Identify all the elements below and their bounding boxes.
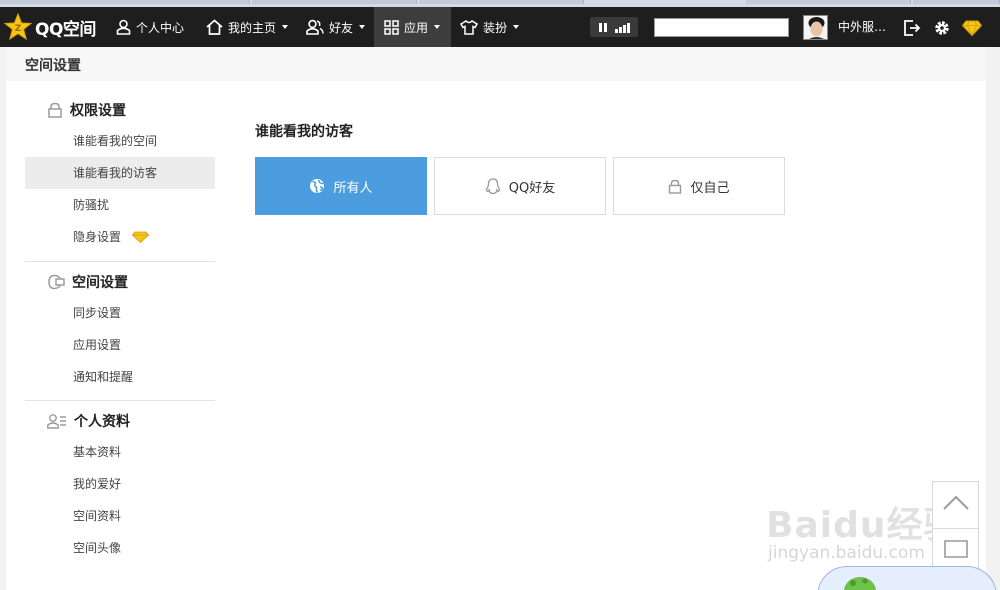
sidebar-item-app-settings[interactable]: 应用设置 [25, 329, 215, 361]
browser-tab[interactable] [746, 0, 911, 4]
sidebar-section-title: 个人资料 [25, 406, 215, 436]
username[interactable]: 中外服… [838, 7, 886, 47]
option-qq-friends-button[interactable]: QQ好友 [434, 157, 606, 215]
pause-icon[interactable] [598, 22, 608, 33]
sidebar-item-my-hobbies[interactable]: 我的爱好 [25, 468, 215, 500]
chevron-up-icon[interactable] [942, 494, 970, 512]
sidebar-item-notifications[interactable]: 通知和提醒 [25, 361, 215, 393]
sidebar-section-space-settings: 空间设置 同步设置 应用设置 通知和提醒 [25, 267, 215, 393]
sidebar-item-stealth-settings[interactable]: 隐身设置 [25, 221, 215, 253]
star-logo-icon: Z [4, 13, 32, 41]
sidebar-section-label: 权限设置 [70, 103, 126, 119]
option-everyone-button[interactable]: 所有人 [255, 157, 427, 215]
sidebar-item-label: 空间头像 [73, 541, 122, 555]
chevron-down-icon [513, 25, 520, 29]
sidebar-item-label: 隐身设置 [73, 230, 122, 244]
sidebar-item-space-info[interactable]: 空间资料 [25, 500, 215, 532]
nav-apps[interactable]: 应用 [374, 7, 451, 47]
widget-divider [933, 528, 978, 529]
sidebar-item-label: 防骚扰 [73, 198, 110, 212]
section-heading: 谁能看我的访客 [255, 124, 353, 140]
volume-bars-icon[interactable] [614, 22, 631, 33]
profile-icon [47, 414, 66, 429]
gear-icon[interactable] [933, 19, 951, 37]
nav-label: 装扮 [483, 20, 508, 35]
sidebar-item-label: 空间资料 [73, 509, 122, 523]
browser-tab[interactable] [913, 0, 1000, 4]
top-nav-bar: Z QQ空间 个人中心 我的主页 好友 应用 装扮 中外服… [0, 7, 1000, 47]
settings-title-bar: 空间设置 [6, 47, 986, 81]
browser-tab[interactable] [252, 0, 417, 4]
floating-mascot-bubble[interactable] [817, 566, 997, 590]
music-player-control[interactable] [590, 17, 638, 37]
chevron-down-icon [434, 25, 441, 29]
friends-icon [306, 19, 324, 35]
chevron-down-icon [282, 25, 289, 29]
option-label: QQ好友 [508, 180, 556, 196]
sidebar-divider [25, 400, 215, 401]
qq-penguin-icon [485, 177, 500, 194]
sidebar-divider [25, 261, 215, 262]
green-mascot-icon [844, 577, 876, 590]
sidebar-item-label: 谁能看我的访客 [73, 166, 158, 180]
vip-diamond-icon [132, 231, 149, 243]
qzone-logo[interactable]: Z QQ空间 [4, 13, 96, 41]
page-title: 空间设置 [25, 58, 81, 74]
nav-label: 个人中心 [136, 20, 185, 35]
browser-tab[interactable] [419, 0, 584, 4]
diamond-icon[interactable] [962, 19, 982, 37]
home-icon [206, 19, 223, 35]
browser-tab[interactable] [0, 0, 250, 4]
nav-my-homepage[interactable]: 我的主页 [206, 7, 289, 47]
sidebar-item-label: 基本资料 [73, 445, 122, 459]
sidebar-item-space-avatar[interactable]: 空间头像 [25, 532, 215, 564]
nav-personal-center[interactable]: 个人中心 [116, 7, 184, 47]
feedback-box-icon[interactable] [944, 540, 968, 558]
sidebar-item-who-can-see-visitors[interactable]: 谁能看我的访客 [25, 157, 215, 189]
sidebar-item-who-can-see-space[interactable]: 谁能看我的空间 [25, 125, 215, 157]
sidebar-item-sync-settings[interactable]: 同步设置 [25, 297, 215, 329]
sidebar-item-basic-info[interactable]: 基本资料 [25, 436, 215, 468]
sync-icon [48, 274, 65, 290]
logo-text: QQ空间 [35, 19, 96, 40]
nav-label: 好友 [329, 20, 354, 35]
sidebar-section-profile: 个人资料 基本资料 我的爱好 空间资料 空间头像 [25, 406, 215, 564]
sidebar-section-label: 个人资料 [74, 414, 130, 430]
nav-decorate[interactable]: 装扮 [460, 7, 520, 47]
avatar[interactable] [803, 15, 828, 40]
sidebar-item-label: 同步设置 [73, 306, 122, 320]
person-icon [116, 19, 131, 35]
logout-icon[interactable] [903, 19, 921, 37]
sidebar-item-label: 谁能看我的空间 [73, 134, 158, 148]
sidebar-section-title: 空间设置 [25, 267, 215, 297]
grid-icon [384, 19, 399, 35]
sidebar-section-label: 空间设置 [72, 275, 128, 291]
sidebar-item-label: 应用设置 [73, 338, 122, 352]
nav-friends[interactable]: 好友 [306, 7, 366, 47]
sidebar-section-title: 权限设置 [25, 95, 215, 125]
avatar-face-icon [804, 16, 827, 39]
chevron-down-icon [359, 25, 366, 29]
lock-icon [669, 179, 682, 194]
nav-label: 我的主页 [228, 20, 277, 35]
globe-icon [310, 179, 325, 194]
option-label: 所有人 [333, 180, 373, 196]
sidebar-item-label: 通知和提醒 [73, 370, 134, 384]
lock-icon [48, 102, 62, 118]
sidebar-item-anti-harassment[interactable]: 防骚扰 [25, 189, 215, 221]
option-label: 仅自己 [690, 180, 730, 196]
sidebar-item-label: 我的爱好 [73, 477, 122, 491]
svg-text:Z: Z [15, 24, 22, 34]
search-input[interactable] [654, 18, 789, 37]
sidebar-section-permissions: 权限设置 谁能看我的空间 谁能看我的访客 防骚扰 隐身设置 [25, 95, 215, 253]
shirt-icon [460, 19, 478, 35]
browser-tab-strip [0, 0, 1000, 7]
option-only-me-button[interactable]: 仅自己 [613, 157, 785, 215]
baidu-watermark-url: jingyan.baidu.com [768, 543, 925, 563]
nav-label: 应用 [404, 20, 429, 35]
